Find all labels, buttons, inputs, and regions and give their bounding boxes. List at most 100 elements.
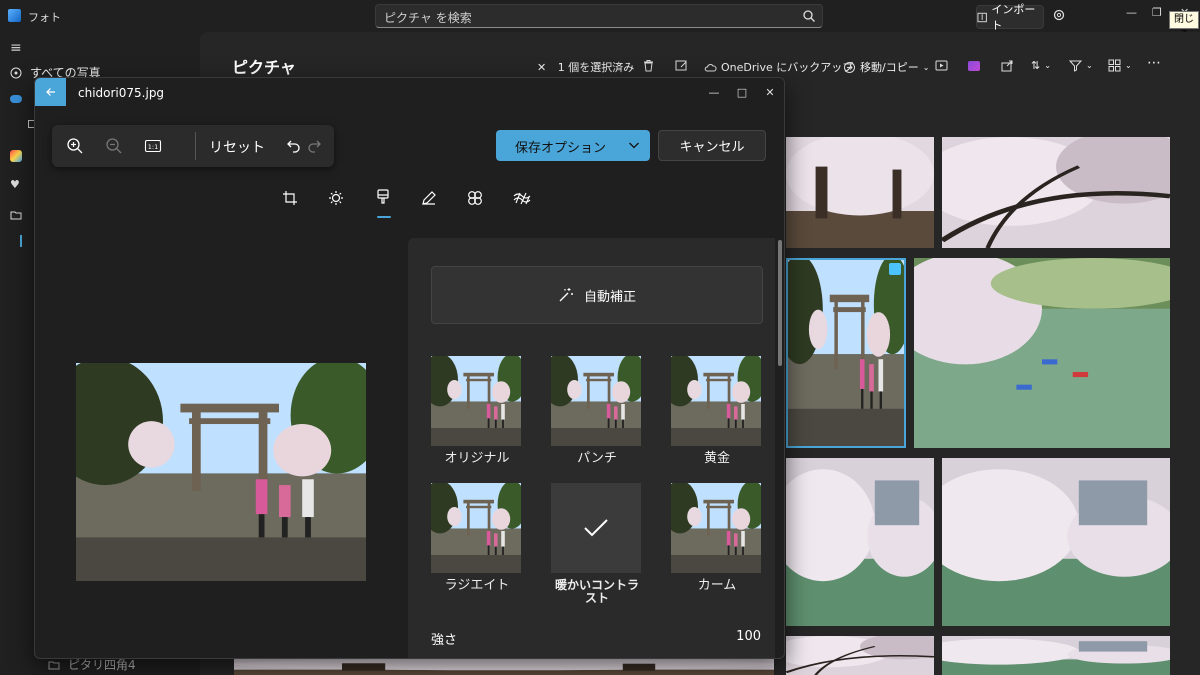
zoom-in-button[interactable] bbox=[64, 135, 86, 157]
tool-markup[interactable] bbox=[419, 188, 439, 208]
clear-selection-button[interactable]: ✕ 1 個を選択済み bbox=[537, 59, 634, 75]
edited-photo-preview[interactable] bbox=[76, 363, 366, 581]
tool-retouch[interactable] bbox=[465, 188, 485, 208]
filter-label: 黄金 bbox=[703, 451, 730, 466]
filter-label: ラジエイト bbox=[444, 578, 510, 593]
more-icon[interactable]: ⋯ bbox=[1147, 55, 1161, 71]
photo-image bbox=[671, 356, 761, 446]
filter-thumbnail bbox=[671, 483, 761, 573]
toolbar-divider bbox=[195, 132, 196, 160]
photo-image bbox=[914, 258, 1170, 448]
filter-thumbnail bbox=[431, 483, 521, 573]
photos-icon bbox=[10, 67, 22, 78]
heart-icon[interactable]: ♥ bbox=[10, 178, 20, 191]
crop-icon bbox=[283, 191, 297, 205]
maximize-icon[interactable]: □ bbox=[728, 82, 756, 102]
photo-image bbox=[788, 260, 904, 446]
photo-image bbox=[431, 483, 521, 573]
gallery-photo-selected[interactable] bbox=[786, 258, 906, 448]
clipchamp-icon[interactable] bbox=[968, 61, 980, 71]
close-tooltip: 閉じる bbox=[1169, 11, 1199, 41]
onedrive-label: OneDrive にバックアップ bbox=[721, 61, 854, 74]
redo-button[interactable] bbox=[303, 135, 325, 157]
search-icon[interactable] bbox=[802, 9, 816, 23]
filter-icon bbox=[1069, 60, 1082, 72]
sort-icon: ⇅ bbox=[1031, 59, 1041, 72]
cloud-icon bbox=[704, 63, 717, 71]
photo-image bbox=[786, 636, 934, 675]
reset-button[interactable]: リセット bbox=[209, 137, 265, 157]
chevron-down-icon[interactable] bbox=[628, 139, 640, 151]
actual-size-button[interactable]: 1:1 bbox=[142, 135, 164, 157]
checkmark-icon[interactable] bbox=[889, 263, 901, 275]
search-placeholder: ピクチャ を検索 bbox=[384, 11, 472, 25]
minimize-icon[interactable]: — bbox=[700, 82, 728, 102]
filter-radiate[interactable]: ラジエイト bbox=[431, 483, 523, 592]
tool-filter[interactable] bbox=[373, 188, 393, 208]
filter-original[interactable]: オリジナル bbox=[431, 356, 523, 465]
sort-button[interactable]: ⇅ ⌄ bbox=[1031, 59, 1051, 72]
filter-thumbnail bbox=[671, 356, 761, 446]
filter-warm-contrast[interactable]: 暖かいコントラスト bbox=[551, 483, 643, 605]
selected-filter-thumbnail bbox=[551, 483, 641, 573]
photo-image bbox=[551, 356, 641, 446]
import-icon bbox=[977, 12, 987, 22]
move-label: 移動/コピー bbox=[860, 61, 919, 74]
filter-calm[interactable]: カーム bbox=[671, 483, 763, 592]
chevron-down-icon: ⌄ bbox=[922, 62, 930, 72]
delete-icon[interactable] bbox=[642, 59, 655, 72]
gallery-photo[interactable] bbox=[786, 636, 934, 675]
photo-image bbox=[786, 458, 934, 626]
gallery-photo[interactable] bbox=[786, 458, 934, 626]
filter-golden[interactable]: 黄金 bbox=[671, 356, 763, 465]
active-tool-indicator bbox=[377, 216, 391, 218]
gallery-photo[interactable] bbox=[234, 659, 774, 675]
share-icon[interactable] bbox=[1001, 59, 1014, 72]
gear-icon[interactable] bbox=[1052, 8, 1066, 22]
gallery-photo[interactable] bbox=[942, 137, 1170, 248]
filter-punch[interactable]: パンチ bbox=[551, 356, 643, 465]
import-button[interactable]: インポート bbox=[976, 3, 1044, 32]
chevron-down-icon: ⌄ bbox=[1125, 61, 1132, 70]
gallery-photo[interactable] bbox=[786, 137, 934, 248]
actual-size-icon: 1:1 bbox=[144, 139, 162, 153]
gallery-photo[interactable] bbox=[942, 636, 1170, 675]
arrow-left-icon bbox=[45, 88, 55, 96]
zoom-toolbar: 1:1 リセット bbox=[52, 125, 334, 167]
strength-value: 100 bbox=[736, 629, 761, 644]
slideshow-icon[interactable] bbox=[935, 59, 948, 72]
page-title: ピクチャ bbox=[232, 58, 296, 77]
folder-icon[interactable] bbox=[10, 210, 22, 220]
tool-adjust[interactable] bbox=[326, 188, 346, 208]
panel-scrollbar[interactable] bbox=[778, 240, 782, 366]
search-input[interactable]: ピクチャ を検索 bbox=[375, 4, 823, 28]
tool-crop[interactable] bbox=[280, 188, 300, 208]
move-icon bbox=[844, 61, 855, 73]
magic-wand-icon bbox=[559, 288, 573, 302]
undo-button[interactable] bbox=[283, 135, 305, 157]
save-options-button[interactable]: 保存オプション bbox=[496, 130, 650, 161]
checkmark-icon bbox=[584, 519, 608, 537]
onedrive-backup-button[interactable]: OneDrive にバックアップ bbox=[704, 59, 853, 75]
tool-background[interactable] bbox=[512, 188, 532, 208]
view-button[interactable]: ⌄ bbox=[1108, 59, 1132, 72]
auto-enhance-button[interactable]: 自動補正 bbox=[431, 266, 763, 324]
restore-icon[interactable]: ❐ bbox=[1152, 6, 1162, 19]
back-button[interactable] bbox=[35, 78, 66, 106]
hamburger-icon[interactable]: ≡ bbox=[10, 40, 22, 56]
selected-indicator bbox=[20, 235, 22, 247]
cancel-button[interactable]: キャンセル bbox=[658, 130, 766, 161]
background-blur-icon bbox=[513, 192, 531, 205]
edit-icon[interactable] bbox=[675, 59, 688, 72]
gallery-photo[interactable] bbox=[942, 458, 1170, 626]
photo-image bbox=[431, 356, 521, 446]
app-titlebar: フォト ピクチャ を検索 インポート — ❐ ✕ 閉じる bbox=[0, 0, 1200, 41]
app-title: フォト bbox=[28, 11, 61, 24]
minimize-icon[interactable]: — bbox=[1126, 6, 1137, 19]
gallery-photo[interactable] bbox=[914, 258, 1170, 448]
move-copy-button[interactable]: 移動/コピー ⌄ bbox=[843, 59, 929, 75]
close-icon[interactable]: ✕ bbox=[756, 82, 784, 102]
redo-icon bbox=[308, 140, 321, 153]
zoom-out-button[interactable] bbox=[103, 135, 125, 157]
filter-button[interactable]: ⌄ bbox=[1069, 59, 1093, 72]
